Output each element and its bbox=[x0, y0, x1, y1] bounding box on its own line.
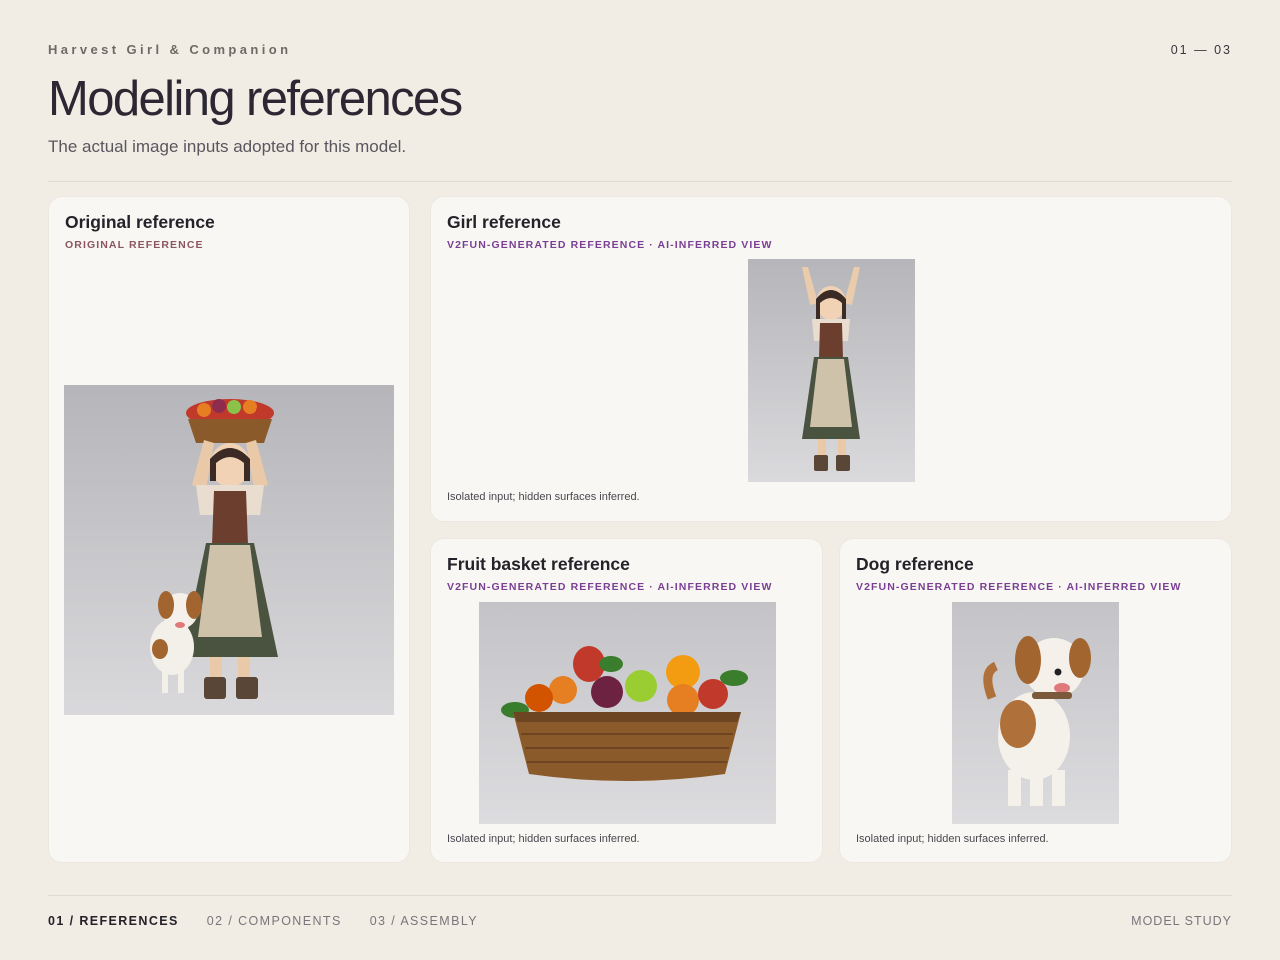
page-header: Harvest Girl & Companion 01 — 03 Modelin… bbox=[48, 42, 1232, 157]
dog-reference-image[interactable] bbox=[952, 602, 1119, 824]
girl-illustration bbox=[748, 259, 915, 482]
page-title: Modeling references bbox=[48, 72, 463, 126]
original-reference-card: Original reference ORIGINAL REFERENCE bbox=[48, 196, 410, 863]
card-title: Girl reference bbox=[447, 212, 561, 232]
card-title: Dog reference bbox=[856, 554, 974, 574]
card-tag: V2FUN-GENERATED REFERENCE · AI-INFERRED … bbox=[856, 581, 1182, 593]
girl-reference-image[interactable] bbox=[748, 259, 915, 482]
project-kicker: Harvest Girl & Companion bbox=[48, 42, 292, 57]
card-title: Original reference bbox=[65, 212, 215, 232]
dog-reference-card: Dog reference V2FUN-GENERATED REFERENCE … bbox=[839, 538, 1232, 863]
nav-item-components[interactable]: 02 / COMPONENTS bbox=[207, 914, 342, 928]
card-note: Isolated input; hidden surfaces inferred… bbox=[447, 833, 640, 845]
original-reference-image[interactable] bbox=[64, 385, 394, 715]
fruit-basket-illustration bbox=[479, 602, 776, 824]
footer-label: MODEL STUDY bbox=[1131, 914, 1232, 928]
card-tag: V2FUN-GENERATED REFERENCE · AI-INFERRED … bbox=[447, 239, 773, 251]
card-note: Isolated input; hidden surfaces inferred… bbox=[856, 833, 1049, 845]
girl-reference-card: Girl reference V2FUN-GENERATED REFERENCE… bbox=[430, 196, 1232, 522]
nav-item-assembly[interactable]: 03 / ASSEMBLY bbox=[370, 914, 478, 928]
girl-with-dog-illustration bbox=[64, 385, 394, 715]
page-indicator: 01 — 03 bbox=[1170, 43, 1232, 57]
page-subtitle: The actual image inputs adopted for this… bbox=[48, 136, 407, 156]
card-tag: V2FUN-GENERATED REFERENCE · AI-INFERRED … bbox=[447, 581, 773, 593]
dog-illustration bbox=[952, 602, 1119, 824]
card-title: Fruit basket reference bbox=[447, 554, 630, 574]
footer-divider bbox=[48, 895, 1232, 896]
header-divider bbox=[48, 181, 1232, 182]
nav-item-references[interactable]: 01 / REFERENCES bbox=[48, 914, 179, 928]
fruit-basket-reference-card: Fruit basket reference V2FUN-GENERATED R… bbox=[430, 538, 823, 863]
card-note: Isolated input; hidden surfaces inferred… bbox=[447, 491, 640, 503]
section-nav: 01 / REFERENCES 02 / COMPONENTS 03 / ASS… bbox=[48, 914, 478, 928]
card-tag: ORIGINAL REFERENCE bbox=[65, 239, 204, 251]
fruit-basket-reference-image[interactable] bbox=[479, 602, 776, 824]
